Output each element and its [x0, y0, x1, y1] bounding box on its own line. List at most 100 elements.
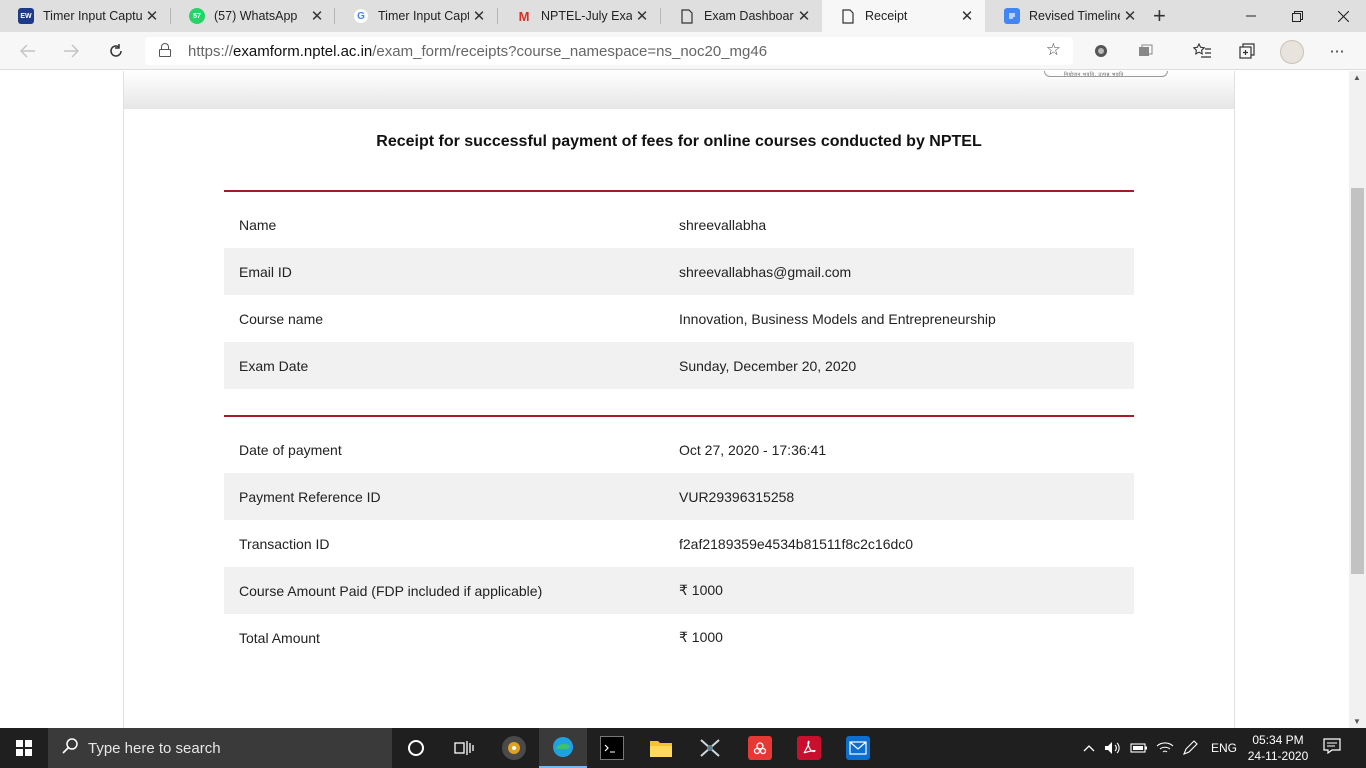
row-value: ₹ 1000 [679, 582, 723, 598]
scissors-icon [698, 736, 722, 760]
terminal-icon [600, 736, 624, 760]
back-arrow-icon[interactable] [16, 40, 40, 62]
row-label: Name [239, 216, 277, 233]
red-app-icon [748, 736, 772, 760]
receipt-title: Receipt for successful payment of fees f… [376, 133, 982, 150]
section-divider [224, 415, 1134, 417]
section-divider [224, 190, 1134, 192]
scrollbar-thumb[interactable] [1351, 188, 1364, 574]
tab-nptel-july-exam[interactable]: M NPTEL-July Exam F ✕ [498, 0, 660, 32]
row-label: Course name [239, 310, 324, 327]
search-placeholder: Type here to search [88, 739, 221, 757]
url-text[interactable]: https://examform.nptel.ac.in/exam_form/r… [188, 43, 767, 60]
show-hidden-icons-icon[interactable] [1083, 728, 1095, 768]
volume-icon[interactable] [1104, 728, 1122, 768]
tab-whatsapp[interactable]: 57 (57) WhatsApp ✕ [171, 0, 335, 32]
vertical-scrollbar[interactable]: ▲ ▼ [1349, 71, 1366, 728]
row-value: ₹ 1000 [679, 629, 723, 645]
row-value: Innovation, Business Models and Entrepre… [679, 310, 996, 327]
minimize-icon[interactable] [1228, 0, 1274, 32]
tab-timer-input-capture-2[interactable]: G Timer Input Captu ✕ [335, 0, 497, 32]
gmail-icon: M [518, 8, 530, 24]
close-window-icon[interactable] [1320, 0, 1366, 32]
close-icon[interactable]: ✕ [632, 7, 652, 25]
tab-receipt[interactable]: Receipt ✕ [822, 0, 985, 32]
mail-app[interactable] [834, 728, 882, 768]
table-row: Name shreevallabha [224, 201, 1134, 248]
payment-details-table: Date of payment Oct 27, 2020 - 17:36:41 … [224, 426, 1134, 661]
red-app[interactable] [736, 728, 784, 768]
close-icon[interactable]: ✕ [307, 7, 327, 25]
taskbar-clock[interactable]: 05:34 PM 24-11-2020 [1240, 732, 1316, 764]
media-player-app[interactable] [490, 728, 538, 768]
wifi-icon[interactable] [1156, 728, 1174, 768]
row-label: Email ID [239, 263, 292, 280]
clock-date: 24-11-2020 [1247, 749, 1309, 763]
media-player-icon [502, 736, 526, 760]
tab-timer-input-capture-1[interactable]: EW Timer Input Captu ✕ [0, 0, 170, 32]
windows-logo-icon [16, 740, 32, 756]
favorites-list-icon[interactable] [1191, 40, 1213, 62]
tab-title: Timer Input Captu [43, 9, 142, 23]
acrobat-app[interactable] [785, 728, 833, 768]
close-icon[interactable]: ✕ [469, 7, 489, 25]
tab-title: Revised Timelines [1029, 9, 1120, 23]
row-value: shreevallabhas@gmail.com [679, 263, 852, 280]
forward-arrow-icon[interactable] [59, 40, 83, 62]
extension-puzzle-icon[interactable] [1134, 40, 1156, 62]
pen-icon[interactable] [1182, 728, 1198, 768]
task-view-button[interactable] [440, 728, 488, 768]
search-icon [62, 737, 82, 759]
profile-avatar[interactable] [1280, 40, 1304, 64]
edge-browser-icon [551, 735, 575, 759]
close-icon[interactable]: ✕ [1120, 7, 1140, 25]
more-options-icon[interactable]: ⋯ [1326, 40, 1348, 62]
cortana-button[interactable] [392, 728, 440, 768]
page-viewport: नियोजन भवति, उत्पन्न भवति Receipt for su… [0, 71, 1349, 728]
student-details-table: Name shreevallabha Email ID shreevallabh… [224, 201, 1134, 389]
browser-toolbar: https://examform.nptel.ac.in/exam_form/r… [0, 32, 1366, 70]
lock-icon[interactable] [159, 43, 171, 57]
start-button[interactable] [0, 728, 48, 768]
taskbar-search-box[interactable]: Type here to search [48, 728, 392, 768]
tab-strip: EW Timer Input Captu ✕ 57 (57) WhatsApp … [0, 0, 1366, 32]
file-explorer-app[interactable] [637, 728, 685, 768]
url-host: examform.nptel.ac.in [233, 43, 373, 60]
table-row: Course name Innovation, Business Models … [224, 295, 1134, 342]
pdf-icon [797, 736, 821, 760]
clock-time: 05:34 PM [1252, 733, 1304, 747]
row-value: Sunday, December 20, 2020 [679, 357, 857, 374]
notification-center-icon[interactable] [1322, 738, 1342, 758]
tab-title: (57) WhatsApp [214, 9, 298, 23]
tab-revised-timelines[interactable]: Revised Timelines ✕ [986, 0, 1148, 32]
row-label: Date of payment [239, 441, 342, 458]
close-icon[interactable]: ✕ [794, 7, 814, 25]
restore-icon[interactable] [1274, 0, 1320, 32]
extension-circle-icon[interactable] [1090, 40, 1112, 62]
mail-icon [846, 736, 870, 760]
address-bar[interactable]: https://examform.nptel.ac.in/exam_form/r… [145, 37, 1073, 65]
tab-title: NPTEL-July Exam F [541, 9, 632, 23]
close-icon[interactable]: ✕ [957, 7, 977, 25]
favorite-star-icon[interactable]: ☆ [1046, 40, 1061, 60]
docs-icon [1004, 8, 1020, 24]
folder-icon [649, 736, 673, 760]
whatsapp-icon: 57 [189, 8, 205, 24]
row-label: Course Amount Paid (FDP included if appl… [239, 582, 543, 599]
scroll-up-arrow-icon[interactable]: ▲ [1353, 73, 1361, 82]
battery-icon[interactable] [1130, 728, 1148, 768]
table-row: Email ID shreevallabhas@gmail.com [224, 248, 1134, 295]
new-tab-button[interactable]: + [1153, 3, 1166, 29]
refresh-icon[interactable] [104, 40, 128, 62]
row-label: Transaction ID [239, 535, 330, 552]
tab-title: Timer Input Captu [378, 9, 469, 23]
snipping-tool-app[interactable] [686, 728, 734, 768]
table-row: Course Amount Paid (FDP included if appl… [224, 567, 1134, 614]
language-indicator[interactable]: ENG [1211, 728, 1237, 768]
command-prompt-app[interactable] [588, 728, 636, 768]
collections-icon[interactable] [1236, 40, 1258, 62]
edge-app[interactable] [539, 728, 587, 768]
close-icon[interactable]: ✕ [142, 7, 162, 25]
tab-exam-dashboard[interactable]: Exam Dashboard ✕ [661, 0, 822, 32]
scroll-down-arrow-icon[interactable]: ▼ [1353, 717, 1361, 726]
